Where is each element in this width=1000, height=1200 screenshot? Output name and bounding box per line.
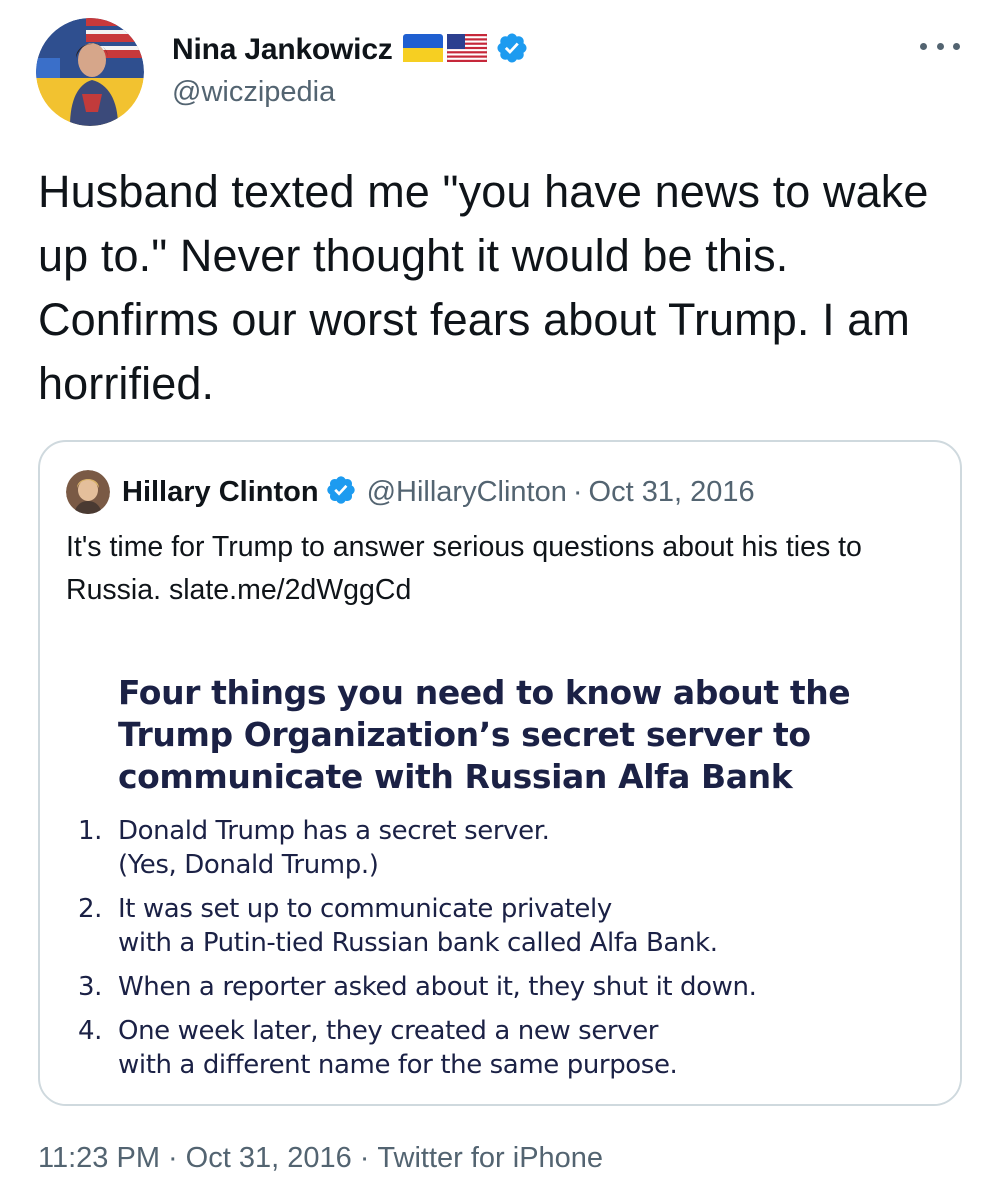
tweet-source[interactable]: Twitter for iPhone: [377, 1142, 603, 1174]
quoted-author-handle[interactable]: @HillaryClinton: [367, 476, 567, 509]
separator-dot: ·: [572, 475, 583, 508]
image-list-item: 3. When a reporter asked about it, they …: [78, 970, 948, 1004]
author-info: Nina Jankowicz @wiczipedia: [172, 30, 529, 109]
list-item-text: When a reporter asked about it, they shu…: [118, 970, 948, 1004]
list-item-number: 1.: [78, 816, 103, 846]
quoted-tweet-card[interactable]: Hillary Clinton @HillaryClinton · Oct 31…: [38, 440, 962, 1106]
list-item-number: 2.: [78, 894, 103, 924]
more-options-icon[interactable]: [920, 36, 960, 56]
list-item-line: When a reporter asked about it, they shu…: [118, 972, 757, 1002]
quoted-tweet-text: It's time for Trump to answer serious qu…: [66, 526, 946, 612]
list-item-line: (Yes, Donald Trump.): [118, 850, 379, 880]
more-dot: [920, 42, 927, 50]
list-item-line: Donald Trump has a secret server.: [118, 816, 550, 846]
separator-dot: ·: [359, 1142, 370, 1174]
image-list-item: 1. Donald Trump has a secret server. (Ye…: [78, 814, 948, 882]
list-item-text: One week later, they created a new serve…: [118, 1014, 948, 1082]
list-item-text: It was set up to communicate privately w…: [118, 892, 948, 960]
list-item-text: Donald Trump has a secret server. (Yes, …: [118, 814, 948, 882]
us-flag-icon: [446, 33, 487, 67]
quoted-tweet-date[interactable]: Oct 31, 2016: [589, 476, 755, 509]
list-item-line: with a different name for the same purpo…: [118, 1050, 678, 1080]
quoted-author-avatar[interactable]: [66, 470, 110, 514]
separator-dot: ·: [167, 1142, 178, 1174]
image-list-item: 2. It was set up to communicate privatel…: [78, 892, 948, 960]
more-dot: [936, 42, 944, 50]
list-item-number: 3.: [78, 972, 103, 1002]
author-avatar[interactable]: [36, 18, 144, 126]
list-item-line: It was set up to communicate privately: [118, 894, 612, 924]
quoted-tweet-header: Hillary Clinton @HillaryClinton · Oct 31…: [66, 470, 755, 514]
tweet-text: Husband texted me "you have news to wake…: [38, 166, 929, 409]
quoted-tweet-image[interactable]: Four things you need to know about the T…: [42, 642, 960, 1104]
image-list: 1. Donald Trump has a secret server. (Ye…: [78, 814, 948, 1092]
image-heading: Four things you need to know about the T…: [118, 673, 851, 796]
verified-badge-icon: [325, 474, 357, 511]
quoted-tweet-link[interactable]: slate.me/2dWggCd: [169, 574, 411, 606]
list-item-line: One week later, they created a new serve…: [118, 1016, 659, 1046]
list-item-line: with a Putin-tied Russian bank called Al…: [118, 928, 718, 958]
more-dot: [953, 42, 960, 50]
quoted-author-display-name[interactable]: Hillary Clinton: [122, 476, 319, 509]
image-list-item: 4. One week later, they created a new se…: [78, 1014, 948, 1082]
author-handle[interactable]: @wiczipedia: [172, 76, 529, 109]
list-item-number: 4.: [78, 1016, 103, 1046]
tweet-date[interactable]: Oct 31, 2016: [186, 1142, 352, 1174]
author-display-name[interactable]: Nina Jankowicz: [172, 33, 393, 67]
ukraine-flag-icon: [402, 33, 443, 67]
verified-badge-icon: [495, 31, 529, 70]
tweet-footer: 11:23 PM · Oct 31, 2016 · Twitter for iPhone: [38, 1142, 603, 1175]
tweet-header: Nina Jankowicz @wiczipedia: [36, 18, 966, 130]
tweet-time[interactable]: 11:23 PM: [38, 1142, 160, 1174]
